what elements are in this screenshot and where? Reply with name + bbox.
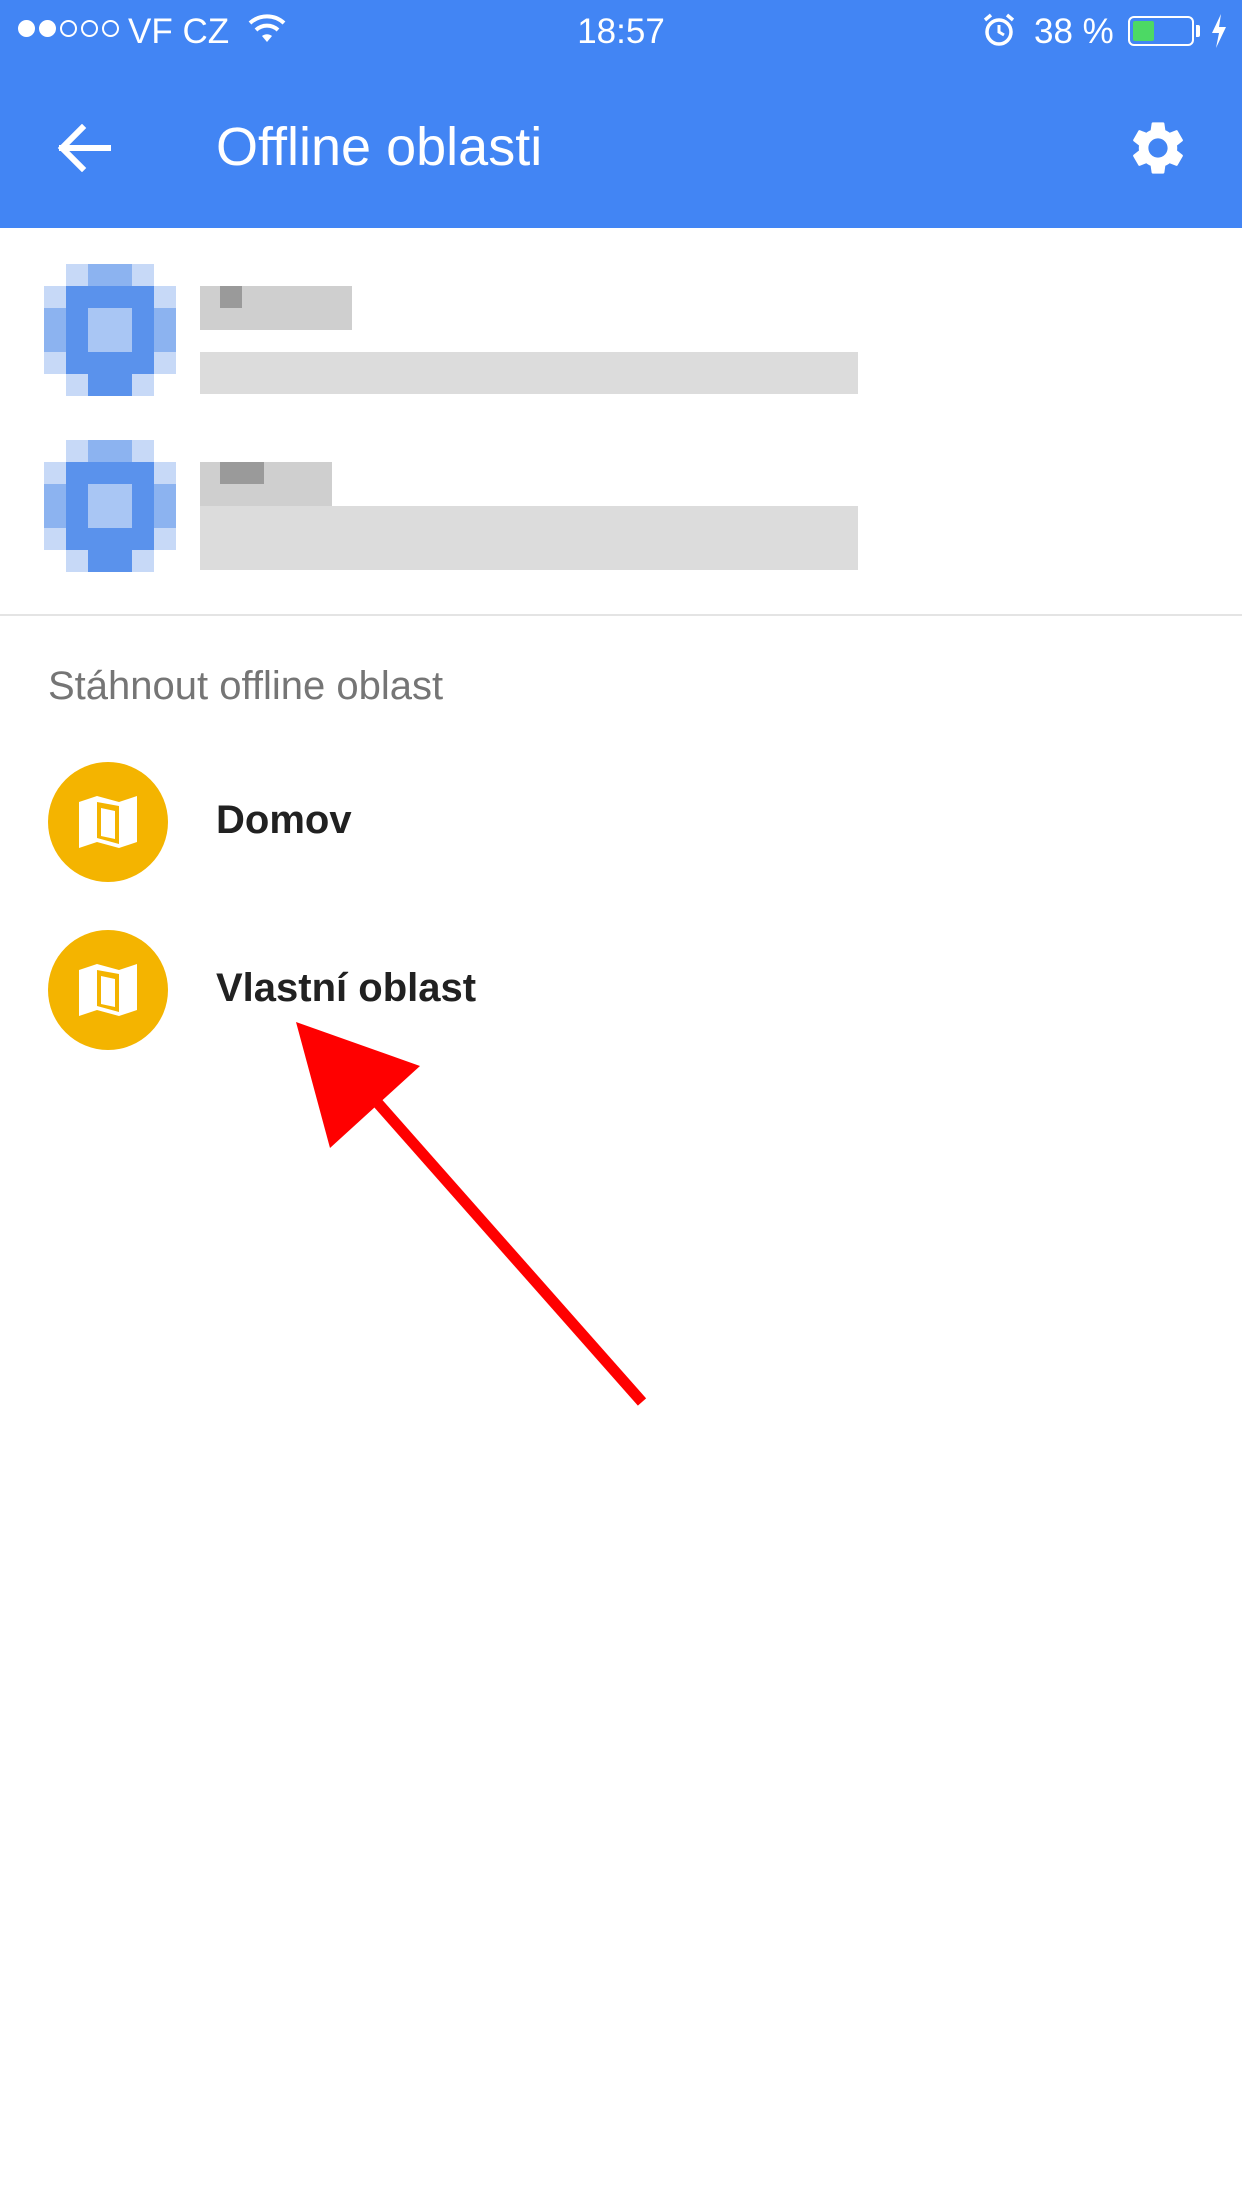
map-icon <box>48 762 168 882</box>
map-icon <box>48 930 168 1050</box>
battery-percent: 38 % <box>1034 12 1114 51</box>
section-heading: Stáhnout offline oblast <box>48 664 444 708</box>
offline-area-item[interactable] <box>0 264 1242 414</box>
download-custom-area-item[interactable]: Vlastní oblast <box>0 930 1242 1080</box>
download-home-label: Domov <box>216 798 352 842</box>
app-bar: Offline oblasti <box>0 62 1242 228</box>
gear-icon <box>1133 122 1183 174</box>
alarm-icon <box>982 12 1016 57</box>
status-bar: VF CZ 18:57 38 % <box>0 0 1242 62</box>
offline-area-icon <box>44 440 176 572</box>
offline-area-icon <box>44 264 176 396</box>
download-home-item[interactable]: Domov <box>0 762 1242 912</box>
header: VF CZ 18:57 38 % Offline oblasti <box>0 0 1242 228</box>
download-custom-area-label: Vlastní oblast <box>216 966 477 1010</box>
back-button[interactable] <box>44 108 124 188</box>
battery-cap <box>1196 25 1200 37</box>
page-title: Offline oblasti <box>216 117 543 177</box>
battery-icon <box>1128 16 1194 46</box>
offline-area-item[interactable] <box>0 440 1242 590</box>
charging-icon <box>1210 14 1228 57</box>
arrow-back-icon <box>57 124 111 172</box>
divider <box>0 614 1242 616</box>
settings-button[interactable] <box>1118 108 1198 188</box>
